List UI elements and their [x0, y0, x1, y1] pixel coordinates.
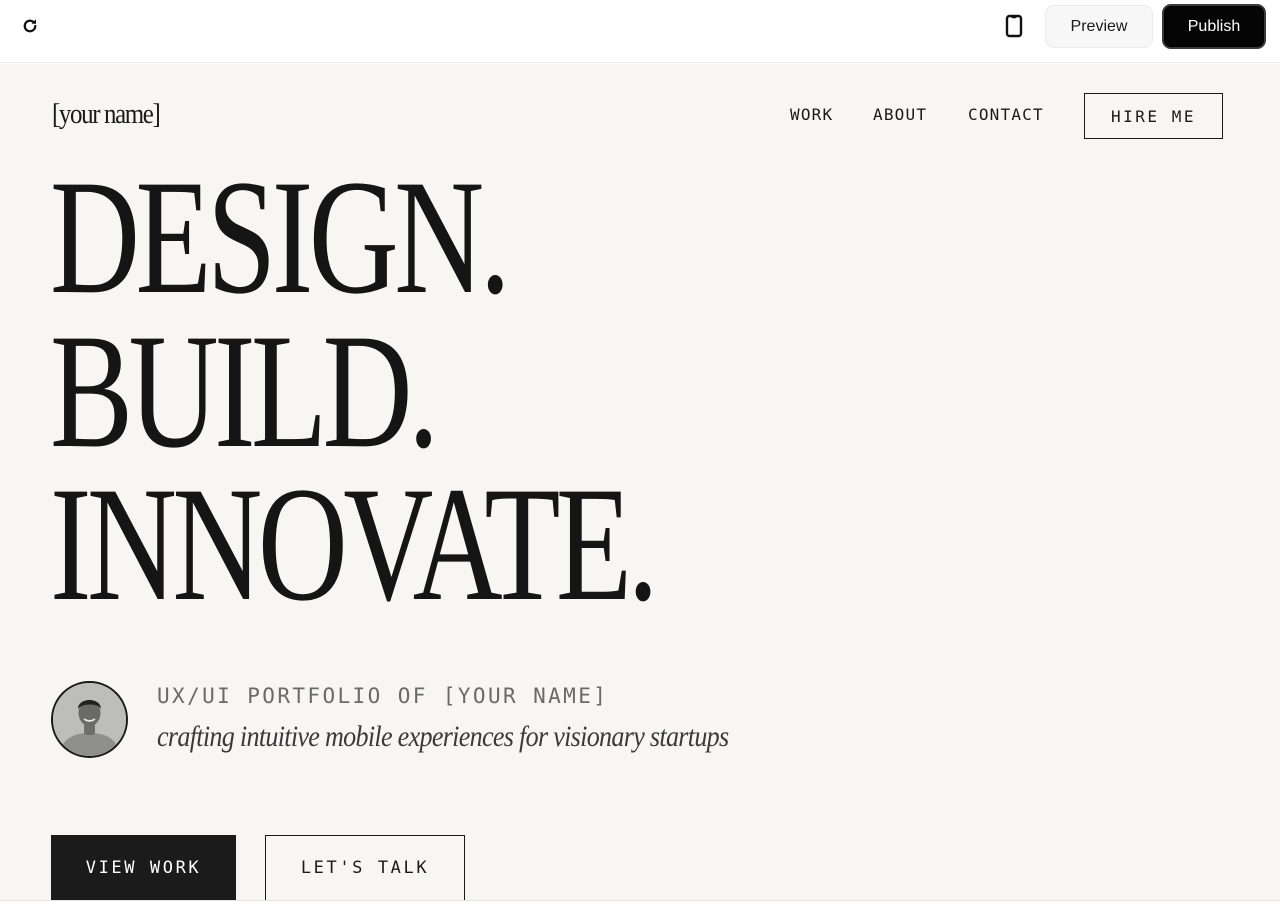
builder-toolbar: Preview Publish [0, 0, 1280, 63]
nav-link-work[interactable]: WORK [790, 105, 833, 124]
site-logo[interactable]: [your name] [52, 98, 161, 131]
headline-line-innovate: INNOVATE. [50, 454, 659, 635]
view-work-button[interactable]: VIEW WORK [51, 835, 236, 900]
headline-line-build: BUILD. [50, 301, 439, 482]
preview-button[interactable]: Preview [1045, 5, 1153, 48]
nav-link-about[interactable]: ABOUT [873, 105, 927, 124]
lets-talk-button[interactable]: LET'S TALK [265, 835, 465, 900]
canvas-bottom-edge [0, 900, 1280, 905]
portfolio-subtitle: UX/UI PORTFOLIO OF [YOUR NAME] [157, 684, 609, 708]
headline-line-design: DESIGN. [50, 147, 511, 328]
profile-photo [51, 681, 128, 758]
nav-link-contact[interactable]: CONTACT [968, 105, 1044, 124]
portfolio-tagline: crafting intuitive mobile experiences fo… [157, 720, 729, 753]
site-canvas: [your name] WORK ABOUT CONTACT HIRE ME D… [0, 64, 1280, 900]
refresh-icon[interactable] [16, 12, 44, 40]
hire-me-button[interactable]: HIRE ME [1084, 93, 1223, 139]
mobile-device-icon[interactable] [1000, 12, 1028, 40]
publish-button[interactable]: Publish [1162, 4, 1266, 49]
